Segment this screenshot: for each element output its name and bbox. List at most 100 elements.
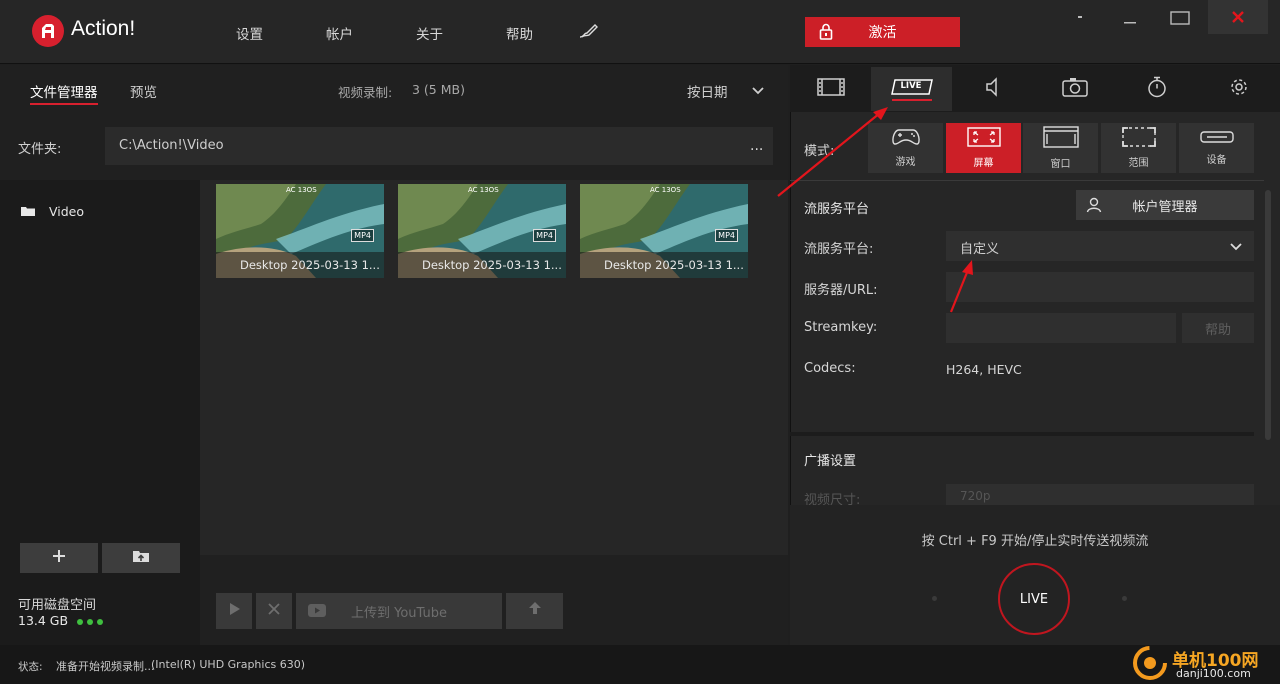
folder-icon (20, 205, 36, 221)
video-thumbnail[interactable]: AC 13OS MP4 Desktop 2025-03-13 1... (216, 184, 384, 278)
watermark-url: danji100.com (1176, 667, 1251, 680)
play-icon (227, 602, 241, 620)
indicator-dot (932, 596, 937, 601)
section-title-platform: 流服务平台 (804, 202, 870, 217)
mode-window-label: 窗口 (1050, 159, 1071, 170)
browse-folder-button[interactable]: ... (750, 138, 763, 154)
menu-account[interactable]: 帐户 (326, 23, 353, 43)
mode-region-label: 范围 (1128, 158, 1149, 169)
close-button[interactable] (1208, 0, 1268, 34)
mode-device-label: 设备 (1206, 155, 1227, 166)
tab-timer[interactable] (1116, 67, 1197, 111)
sort-dropdown-label[interactable]: 按日期 (687, 81, 728, 101)
speaker-icon (984, 77, 1002, 101)
mode-game-button[interactable]: 游戏 (868, 123, 943, 173)
upload-youtube-button[interactable]: 上传到 YouTube (296, 593, 502, 629)
lock-icon (819, 23, 833, 44)
status-label: 状态: (18, 661, 43, 673)
upload-button[interactable] (506, 593, 563, 629)
codecs-value: H264, HEVC (946, 362, 1022, 377)
scrollbar[interactable] (1265, 190, 1271, 440)
thumbnail-overlay-text: AC 13OS (650, 186, 681, 194)
video-thumbnail[interactable]: AC 13OS MP4 Desktop 2025-03-13 1... (398, 184, 566, 278)
indicator-dot (1122, 596, 1127, 601)
app-logo-icon (32, 15, 64, 47)
mode-region-button[interactable]: 范围 (1101, 123, 1176, 173)
folder-label: 文件夹: (18, 142, 62, 157)
upload-youtube-label: 上传到 YouTube (351, 605, 447, 621)
gear-icon (1229, 77, 1249, 101)
mode-screen-button[interactable]: 屏幕 (946, 123, 1021, 173)
server-url-label: 服务器/URL: (804, 283, 878, 298)
thumbnail-title: Desktop 2025-03-13 1... (398, 252, 566, 278)
streamkey-label: Streamkey: (804, 320, 878, 335)
platform-select-value: 自定义 (960, 242, 1000, 257)
go-live-button[interactable]: LIVE (998, 563, 1070, 635)
tab-audio[interactable] (952, 67, 1033, 111)
pen-icon[interactable] (578, 23, 600, 43)
youtube-icon (308, 604, 326, 621)
camera-icon (1061, 77, 1088, 101)
folder-path-field[interactable]: C:\Action!\Video (105, 127, 773, 165)
thumbnail-title: Desktop 2025-03-13 1... (216, 252, 384, 278)
stopwatch-icon (1146, 76, 1168, 102)
disk-space-value: 13.4 GB (18, 613, 69, 628)
app-name: Action! (71, 17, 136, 40)
minimize-to-tray-button[interactable] (1072, 0, 1090, 34)
minimize-button[interactable] (1118, 0, 1142, 34)
menu-help[interactable]: 帮助 (506, 23, 533, 43)
mode-device-button[interactable]: 设备 (1179, 123, 1254, 173)
maximize-button[interactable] (1166, 0, 1194, 34)
chevron-down-icon[interactable] (752, 84, 764, 99)
menu-settings[interactable]: 设置 (236, 23, 263, 43)
format-badge: MP4 (533, 229, 556, 242)
streamkey-input[interactable] (946, 313, 1176, 343)
play-button[interactable] (216, 593, 252, 629)
codecs-label: Codecs: (804, 361, 856, 376)
device-icon (1199, 130, 1234, 147)
disk-space-label: 可用磁盘空间 (18, 598, 97, 613)
hotkey-hint: 按 Ctrl + F9 开始/停止实时传送视频流 (921, 534, 1149, 549)
mode-window-button[interactable]: 窗口 (1023, 123, 1098, 173)
status-text: 准备开始视频录制... (56, 660, 155, 673)
tab-video[interactable] (790, 67, 871, 111)
tab-screenshot[interactable] (1034, 67, 1115, 111)
tab-live[interactable]: LIVE (871, 67, 952, 111)
open-folder-button[interactable] (102, 543, 180, 573)
add-folder-button[interactable] (20, 543, 98, 573)
live-tab-label: LIVE (900, 81, 922, 91)
folder-upload-icon (132, 549, 150, 567)
thumbnail-overlay-text: AC 13OS (468, 186, 499, 194)
mode-screen-label: 屏幕 (973, 158, 994, 169)
format-badge: MP4 (351, 229, 374, 242)
folder-sidebar (0, 180, 200, 645)
video-size-select[interactable]: 720p (946, 484, 1254, 506)
record-info-value: 3 (5 MB) (412, 82, 465, 97)
platform-select[interactable]: 自定义 (946, 231, 1254, 261)
tab-file-manager[interactable]: 文件管理器 (30, 81, 98, 105)
status-gpu: (Intel(R) UHD Graphics 630) (151, 658, 306, 671)
menu-about[interactable]: 关于 (416, 23, 443, 43)
account-manager-button[interactable]: 帐户管理器 (1076, 190, 1254, 220)
section-title-broadcast: 广播设置 (804, 454, 857, 469)
tab-preview[interactable]: 预览 (130, 81, 157, 101)
delete-button[interactable] (256, 593, 292, 629)
tab-settings[interactable] (1198, 67, 1279, 111)
video-size-value: 720p (960, 489, 991, 503)
chevron-down-icon (1230, 241, 1242, 256)
upload-arrow-icon (528, 601, 542, 621)
activate-button[interactable]: 激活 (805, 17, 960, 47)
live-tab-icon: LIVE (890, 77, 934, 101)
disk-status-dots-icon (76, 615, 106, 630)
server-url-input[interactable] (946, 272, 1254, 302)
help-button[interactable]: 帮助 (1182, 313, 1254, 343)
close-icon (268, 603, 280, 619)
format-badge: MP4 (715, 229, 738, 242)
sidebar-item-video[interactable]: Video (49, 204, 84, 219)
video-thumbnail[interactable]: AC 13OS MP4 Desktop 2025-03-13 1... (580, 184, 748, 278)
thumbnail-title: Desktop 2025-03-13 1... (580, 252, 748, 278)
user-icon (1086, 197, 1102, 217)
plus-icon (52, 549, 66, 567)
region-select-icon (1121, 127, 1156, 150)
folder-path-value: C:\Action!\Video (119, 138, 224, 153)
